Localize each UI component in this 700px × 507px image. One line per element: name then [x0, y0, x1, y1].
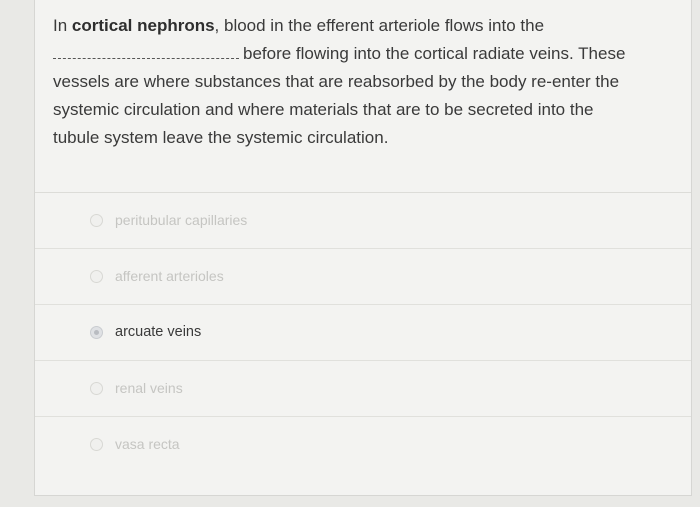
- question-card: In cortical nephrons, blood in the effer…: [34, 0, 692, 496]
- radio-button[interactable]: [90, 270, 103, 283]
- question-line-1: In cortical nephrons, blood in the effer…: [53, 12, 673, 40]
- question-line-2: before flowing into the cortical radiate…: [53, 40, 673, 68]
- option-label: afferent arterioles: [115, 268, 224, 284]
- option-renal-veins[interactable]: renal veins: [35, 360, 691, 416]
- option-arcuate-veins[interactable]: arcuate veins: [35, 304, 691, 360]
- question-line-4: systemic circulation and where materials…: [53, 100, 594, 119]
- answer-blank: [53, 42, 239, 59]
- answer-options: peritubular capillaries afferent arterio…: [35, 192, 691, 472]
- question-prefix: In: [53, 16, 72, 35]
- radio-button-selected[interactable]: [90, 326, 103, 339]
- option-label: renal veins: [115, 380, 183, 396]
- radio-button[interactable]: [90, 438, 103, 451]
- radio-button[interactable]: [90, 214, 103, 227]
- question-line-2-rest: before flowing into the cortical radiate…: [243, 44, 626, 63]
- option-afferent-arterioles[interactable]: afferent arterioles: [35, 248, 691, 304]
- question-bold-term: cortical nephrons: [71, 16, 215, 35]
- question-text: In cortical nephrons, blood in the effer…: [53, 12, 673, 152]
- option-label: arcuate veins: [115, 324, 202, 340]
- question-line-3: vessels are where substances that are re…: [53, 72, 620, 91]
- option-vasa-recta[interactable]: vasa recta: [35, 416, 691, 472]
- option-peritubular-capillaries[interactable]: peritubular capillaries: [35, 192, 691, 248]
- question-line-1-rest: , blood in the efferent arteriole flows …: [214, 16, 545, 35]
- option-label: peritubular capillaries: [115, 212, 248, 228]
- question-line-5: tubule system leave the systemic circula…: [53, 128, 389, 147]
- radio-button[interactable]: [90, 382, 103, 395]
- option-label: vasa recta: [115, 436, 180, 452]
